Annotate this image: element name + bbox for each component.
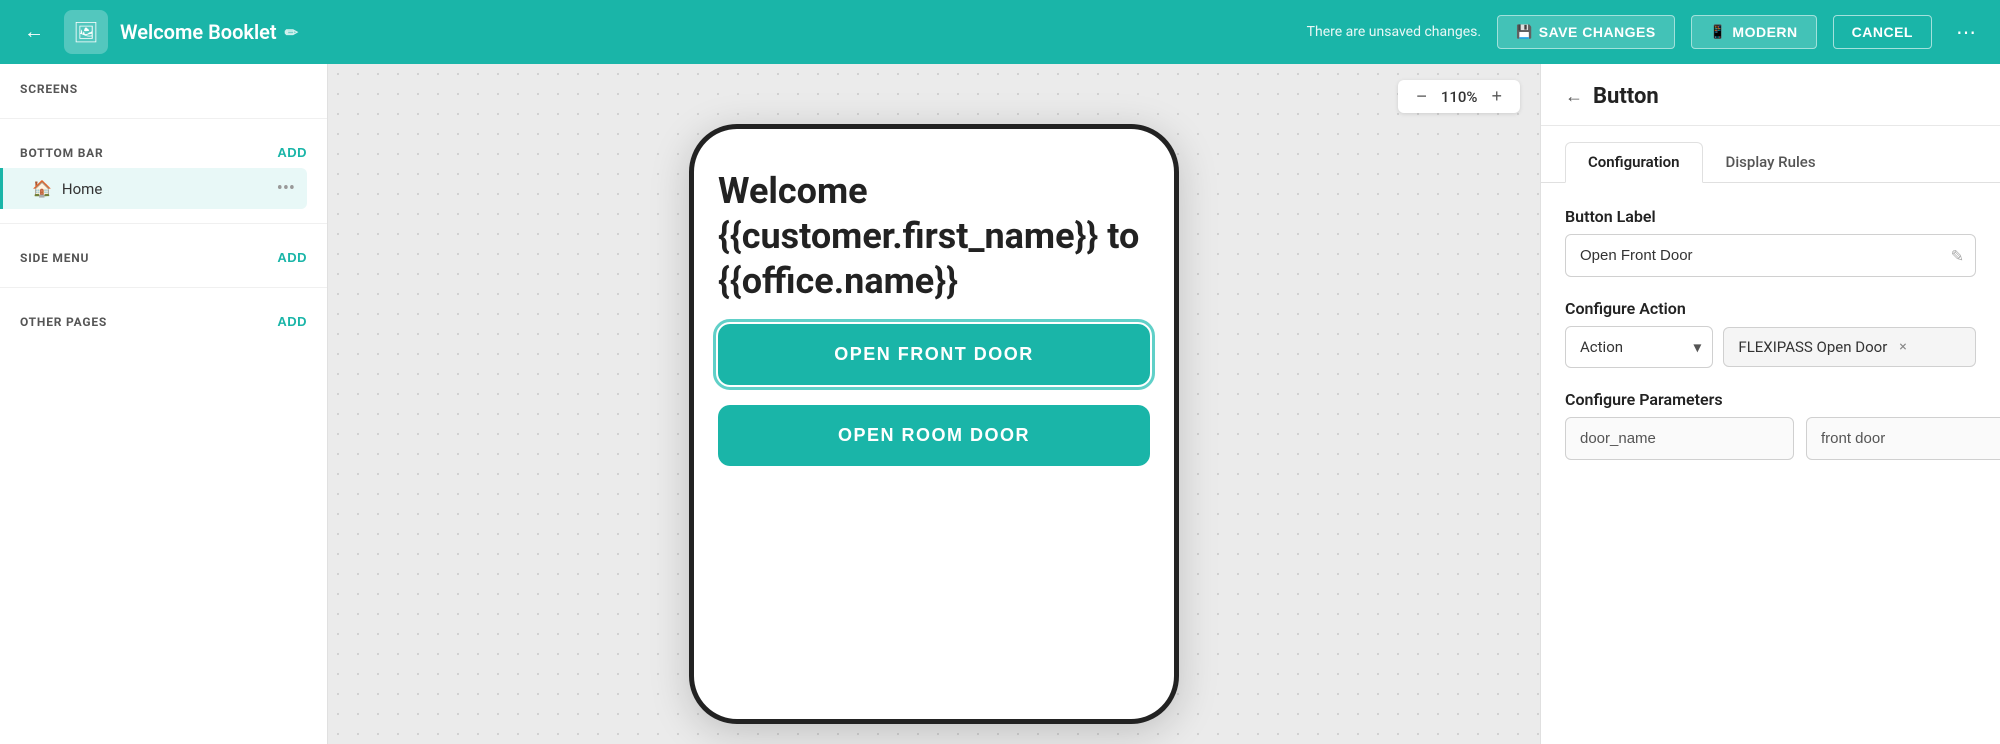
panel-header: ← Button [1541,64,2000,126]
button-label-field: Button Label ✎ [1565,207,1976,277]
save-icon: 💾 [1516,24,1533,40]
tab-display-rules[interactable]: Display Rules [1703,142,1839,182]
action-select-wrapper: Action ▾ [1565,326,1713,368]
other-pages-label: OTHER PAGES [20,315,107,329]
zoom-in-button[interactable]: + [1487,86,1506,107]
home-item-dots[interactable]: ••• [277,178,295,199]
main-layout: SCREENS BOTTOM BAR ADD 🏠 Home ••• SIDE M… [0,64,2000,744]
screens-section: SCREENS [0,64,327,110]
view-label: MODERN [1732,24,1797,40]
save-label: SAVE CHANGES [1539,24,1656,40]
divider-1 [0,118,327,119]
configure-action-heading: Configure Action [1565,299,1976,318]
back-button[interactable]: ← [16,14,52,50]
phone-mockup: Welcome {{customer.first_name}} to {{off… [689,124,1179,724]
button-label-heading: Button Label [1565,207,1976,226]
bottom-bar-header: BOTTOM BAR ADD [20,145,307,160]
param-value-input[interactable] [1806,417,2000,460]
panel-back-button[interactable]: ← [1565,86,1583,107]
canvas-area: − 110% + Welcome {{customer.first_name}}… [328,64,1540,744]
action-tag: FLEXIPASS Open Door × [1723,327,1976,367]
button-label-input-wrapper: ✎ [1565,234,1976,277]
action-select[interactable]: Action [1565,326,1713,368]
home-icon: 🏠 [32,179,52,198]
button-label-input[interactable] [1565,234,1976,277]
view-mode-button[interactable]: 📱 MODERN [1691,15,1817,49]
action-tag-close-icon[interactable]: × [1899,339,1906,355]
sidebar: SCREENS BOTTOM BAR ADD 🏠 Home ••• SIDE M… [0,64,328,744]
right-panel: ← Button Configuration Display Rules But… [1540,64,2000,744]
home-label: Home [62,180,267,198]
action-tag-value: FLEXIPASS Open Door [1738,338,1887,356]
phone-mockup-wrapper: Welcome {{customer.first_name}} to {{off… [689,124,1179,724]
app-title: Welcome Booklet ✏ [120,20,298,44]
bottom-bar-label: BOTTOM BAR [20,146,104,160]
other-pages-header: OTHER PAGES ADD [20,314,307,329]
zoom-out-button[interactable]: − [1412,86,1431,107]
side-menu-label: SIDE MENU [20,251,89,265]
configure-params-field: Configure Parameters [1565,390,1976,460]
save-changes-button[interactable]: 💾 SAVE CHANGES [1497,15,1675,49]
panel-body: Button Label ✎ Configure Action Action ▾ [1541,183,2000,484]
unsaved-message: There are unsaved changes. [1307,24,1481,40]
app-icon: 🖼 [64,10,108,54]
cancel-button[interactable]: CANCEL [1833,15,1932,49]
open-front-door-button[interactable]: OPEN FRONT DOOR [718,324,1150,385]
panel-tabs: Configuration Display Rules [1541,126,2000,183]
welcome-text: Welcome {{customer.first_name}} to {{off… [718,169,1150,304]
side-menu-section: SIDE MENU ADD [0,232,327,279]
params-row [1565,417,1976,460]
zoom-level: 110% [1441,88,1478,106]
other-pages-section: OTHER PAGES ADD [0,296,327,343]
more-options-button[interactable]: ⋯ [1948,16,1984,49]
param-key-input[interactable] [1565,417,1794,460]
sidebar-item-home[interactable]: 🏠 Home ••• [0,168,307,209]
divider-2 [0,223,327,224]
bottom-bar-section: BOTTOM BAR ADD 🏠 Home ••• [0,127,327,215]
other-pages-add-button[interactable]: ADD [277,314,307,329]
open-room-door-button[interactable]: OPEN ROOM DOOR [718,405,1150,466]
topbar-right: There are unsaved changes. 💾 SAVE CHANGE… [1307,15,1984,49]
action-select-value: Action [1580,338,1623,356]
side-menu-add-button[interactable]: ADD [277,250,307,265]
panel-title: Button [1593,84,1659,109]
topbar: ← 🖼 Welcome Booklet ✏ There are unsaved … [0,0,2000,64]
screens-label: SCREENS [20,82,78,96]
configure-params-heading: Configure Parameters [1565,390,1976,409]
edit-title-icon[interactable]: ✏ [285,23,298,42]
zoom-toolbar: − 110% + [1398,80,1520,113]
back-icon: ← [24,21,44,44]
view-icon: 📱 [1710,24,1727,40]
screens-header: SCREENS [20,82,307,96]
divider-3 [0,287,327,288]
bottom-bar-add-button[interactable]: ADD [277,145,307,160]
side-menu-header: SIDE MENU ADD [20,250,307,265]
action-row: Action ▾ FLEXIPASS Open Door × [1565,326,1976,368]
configure-action-field: Configure Action Action ▾ FLEXIPASS Open… [1565,299,1976,368]
edit-icon: ✎ [1951,246,1964,265]
tab-configuration[interactable]: Configuration [1565,142,1703,183]
